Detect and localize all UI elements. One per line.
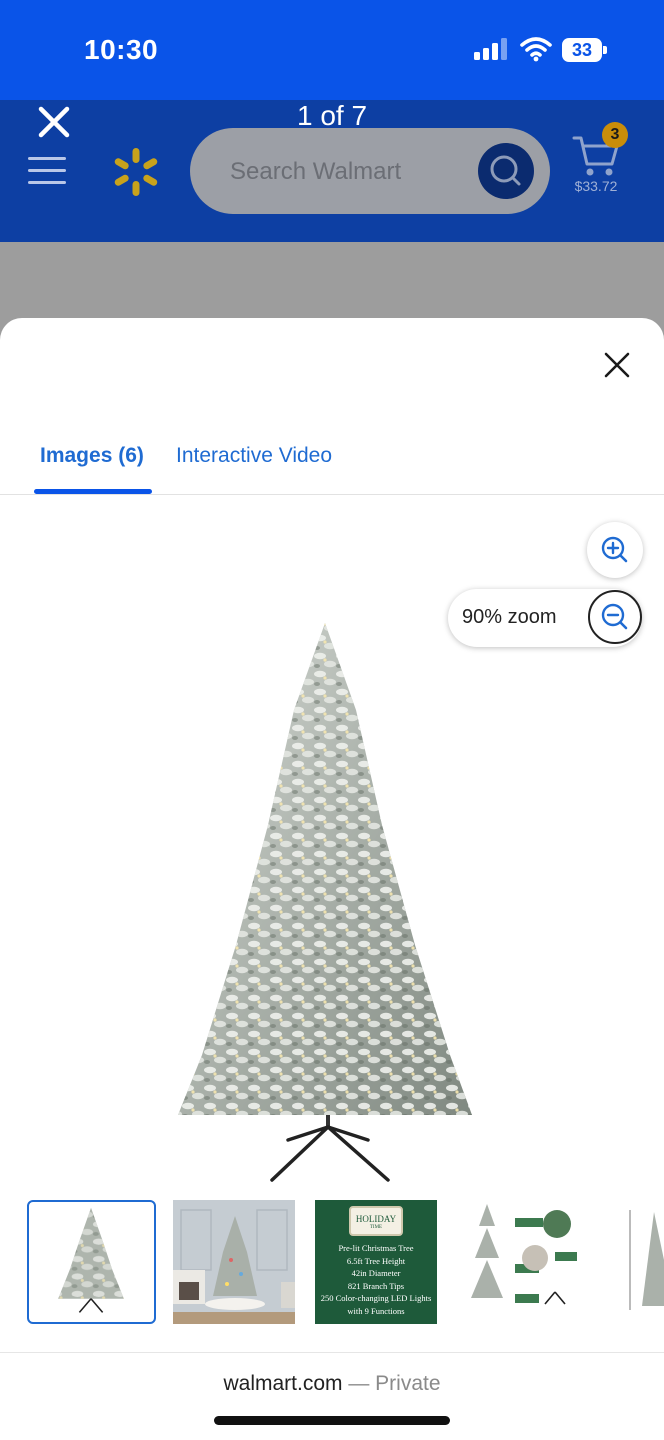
- url-domain: walmart.com: [223, 1372, 343, 1395]
- thumbnail-4[interactable]: [455, 1200, 581, 1324]
- close-icon[interactable]: [600, 348, 634, 382]
- holiday-time-logo: HOLIDAY TIME: [349, 1206, 403, 1236]
- thumbnail-3[interactable]: HOLIDAY TIME Pre-lit Christmas Tree 6.5f…: [315, 1200, 437, 1324]
- close-icon[interactable]: [34, 102, 74, 142]
- product-image[interactable]: [160, 615, 490, 1190]
- tab-divider: [0, 494, 664, 495]
- battery-indicator: 33: [562, 38, 608, 62]
- cellular-signal-icon: [474, 38, 510, 60]
- logo-text-bottom: TIME: [369, 1225, 383, 1230]
- spec-line: 821 Branch Tips: [347, 1280, 405, 1291]
- cart-button[interactable]: 3 $33.72: [568, 122, 638, 202]
- room-thumbnail-image: [173, 1200, 295, 1324]
- logo-text-top: HOLIDAY: [355, 1214, 397, 1224]
- toolbar-divider: [0, 1352, 664, 1353]
- status-bar: 10:30 33: [0, 0, 664, 100]
- zoom-out-icon: [601, 603, 628, 630]
- screen: 10:30 33 1 of 7 Search Walmart 3 $33.72 …: [0, 0, 664, 1440]
- thumbnail-1[interactable]: [27, 1200, 156, 1324]
- home-indicator[interactable]: [214, 1416, 450, 1425]
- battery-level: 33: [571, 40, 593, 60]
- search-button[interactable]: [478, 143, 534, 199]
- zoom-in-icon: [601, 536, 628, 563]
- zoom-out-button[interactable]: [588, 590, 642, 644]
- spec-line: with 9 Functions: [347, 1305, 405, 1316]
- cart-total: $33.72: [574, 178, 618, 194]
- search-input[interactable]: Search Walmart: [190, 128, 550, 214]
- walmart-spark-icon[interactable]: [110, 146, 162, 198]
- spec-line: 6.5ft Tree Height: [346, 1255, 406, 1266]
- spec-line: 42in Diameter: [351, 1268, 401, 1278]
- address-bar[interactable]: walmart.com — Private: [0, 1372, 664, 1396]
- zoom-in-button[interactable]: [587, 522, 643, 578]
- spec-text: Pre-lit Christmas Tree 6.5ft Tree Height…: [315, 1242, 437, 1317]
- menu-icon[interactable]: [28, 154, 68, 186]
- search-placeholder: Search Walmart: [230, 158, 402, 185]
- tab-images[interactable]: Images (6): [40, 444, 144, 468]
- assembly-thumbnail-image: [471, 1204, 577, 1305]
- cart-count-badge: 3: [602, 122, 628, 148]
- spec-line: 250 Color-changing LED Lights: [320, 1293, 432, 1303]
- search-icon: [490, 155, 521, 186]
- thumbnail-5[interactable]: [624, 1200, 664, 1324]
- clock: 10:30: [84, 34, 159, 65]
- tab-interactive-video[interactable]: Interactive Video: [176, 444, 332, 468]
- wifi-icon: [520, 37, 552, 62]
- spec-line: Pre-lit Christmas Tree: [338, 1243, 414, 1253]
- thumbnail-2[interactable]: [173, 1200, 295, 1324]
- tree-thumbnail-image: [58, 1207, 124, 1313]
- private-label: — Private: [342, 1372, 441, 1395]
- dimensions-thumbnail-image: [629, 1210, 664, 1310]
